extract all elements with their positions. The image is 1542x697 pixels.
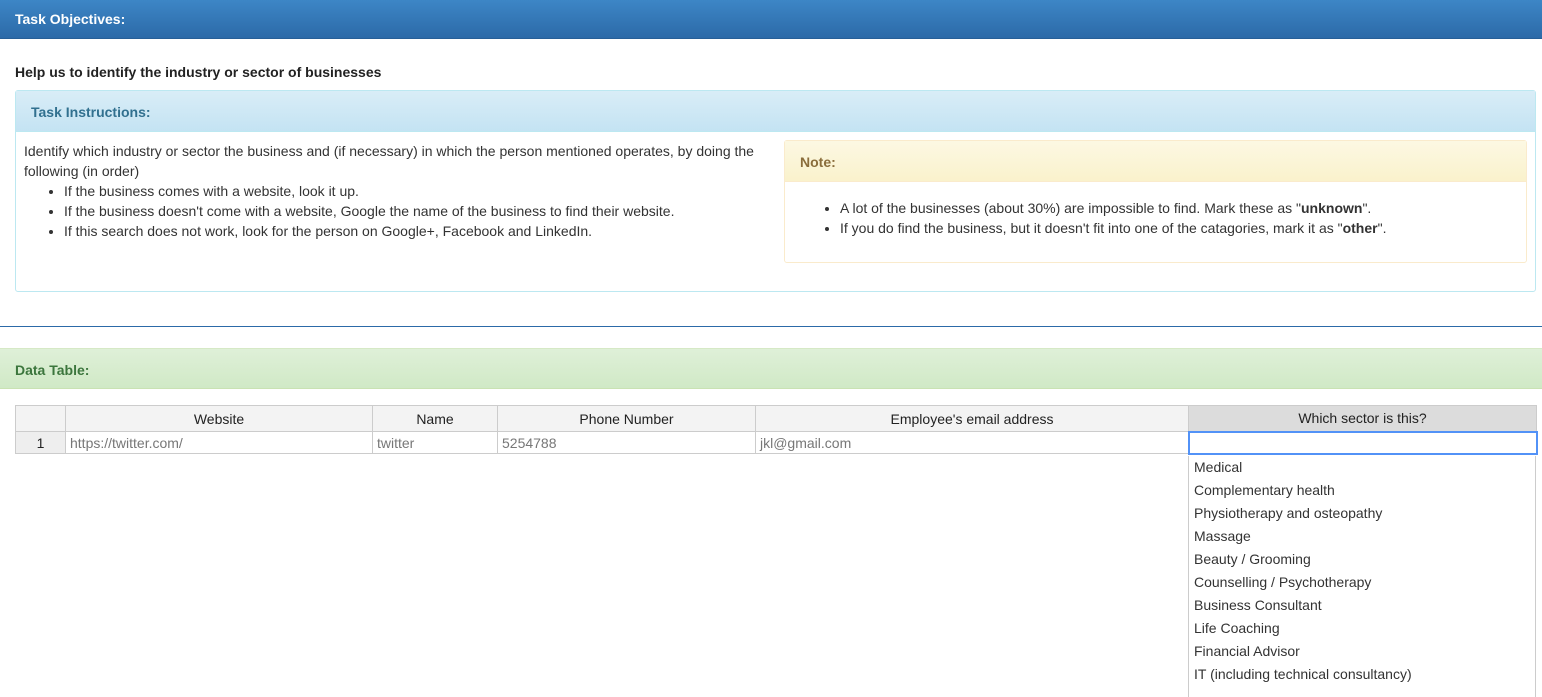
note-text: If you do find the business, but it does… [840,220,1343,236]
table-header-row: Website Name Phone Number Employee's ema… [15,405,1537,432]
cell-phone[interactable]: 5254788 [497,431,756,454]
task-objectives-title: Task Objectives: [15,11,126,27]
note-panel: Note: A lot of the businesses (about 30%… [784,140,1527,263]
note-item-unknown: A lot of the businesses (about 30%) are … [840,198,1526,218]
data-table: Website Name Phone Number Employee's ema… [15,405,1538,455]
note-text: ". [1362,200,1372,216]
cell-name[interactable]: twitter [372,431,498,454]
task-instructions-title: Task Instructions: [31,104,151,120]
sector-option-financial-advisor[interactable]: Financial Advisor [1189,640,1535,663]
sector-option-it[interactable]: IT (including technical consultancy) [1189,663,1535,686]
column-header-email[interactable]: Employee's email address [755,405,1189,432]
column-header-name[interactable]: Name [372,405,498,432]
cell-website[interactable]: https://twitter.com/ [65,431,373,454]
row-number[interactable]: 1 [15,431,66,454]
instruction-step: If the business comes with a website, lo… [64,181,779,201]
objective-text: Help us to identify the industry or sect… [15,64,382,80]
note-item-other: If you do find the business, but it does… [840,218,1526,238]
sector-option-massage[interactable]: Massage [1189,525,1535,548]
note-list: A lot of the businesses (about 30%) are … [785,198,1526,238]
column-header-phone[interactable]: Phone Number [497,405,756,432]
column-header-sector[interactable]: Which sector is this? [1188,405,1537,432]
sector-option-medical[interactable]: Medical [1189,456,1535,479]
data-table-title: Data Table: [15,362,90,378]
instructions-intro: Identify which industry or sector the bu… [24,143,754,179]
note-heading: Note: [785,141,1526,182]
instructions-body: Identify which industry or sector the bu… [24,141,779,241]
sector-option-business-consultant[interactable]: Business Consultant [1189,594,1535,617]
sector-option-complementary-health[interactable]: Complementary health [1189,479,1535,502]
sector-option-physiotherapy[interactable]: Physiotherapy and osteopathy [1189,502,1535,525]
note-text: ". [1377,220,1387,236]
cell-email[interactable]: jkl@gmail.com [755,431,1189,454]
note-bold-other: other [1342,220,1378,236]
note-body: A lot of the businesses (about 30%) are … [785,198,1526,238]
task-instructions-panel: Task Instructions: Identify which indust… [15,90,1536,292]
note-bold-unknown: unknown [1301,200,1363,216]
instructions-steps: If the business comes with a website, lo… [24,181,779,241]
task-instructions-heading: Task Instructions: [16,91,1535,132]
section-divider [0,326,1542,327]
sector-option-counselling[interactable]: Counselling / Psychotherapy [1189,571,1535,594]
task-objectives-heading: Task Objectives: [0,0,1542,39]
sector-input-cell[interactable] [1187,430,1538,455]
note-title: Note: [800,154,836,170]
row-number-header [15,405,66,432]
sector-option-life-coaching[interactable]: Life Coaching [1189,617,1535,640]
sector-option-beauty-grooming[interactable]: Beauty / Grooming [1189,548,1535,571]
note-text: A lot of the businesses (about 30%) are … [840,200,1301,216]
table-row: 1 https://twitter.com/ twitter 5254788 j… [15,430,1538,455]
column-header-website[interactable]: Website [65,405,373,432]
instruction-step: If this search does not work, look for t… [64,221,779,241]
instruction-step: If the business doesn't come with a webs… [64,201,779,221]
sector-dropdown-list[interactable]: Medical Complementary health Physiothera… [1188,456,1536,697]
data-table-heading: Data Table: [0,348,1542,389]
